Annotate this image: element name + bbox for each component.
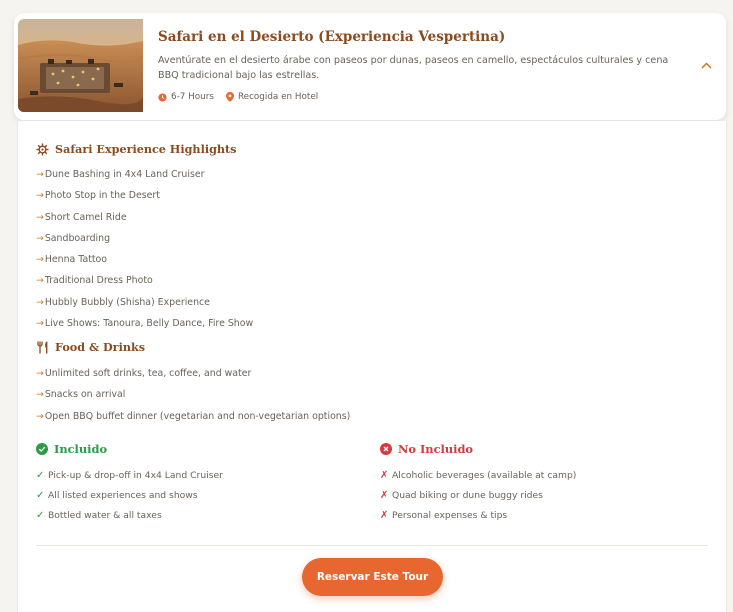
tour-header-card[interactable]: Safari en el Desierto (Experiencia Vespe…	[14, 13, 726, 120]
list-item: ✗ Quad biking or dune buggy rides	[380, 490, 543, 501]
x-circle-icon	[380, 443, 392, 455]
not-included-heading: No Incluido	[380, 442, 473, 456]
list-item: ✗ Alcoholic beverages (available at camp)	[380, 470, 577, 481]
highlights-list: →Dune Bashing in 4x4 Land Cruiser →Photo…	[36, 164, 253, 334]
location-pin-icon	[225, 92, 234, 102]
duration-text: 6-7 Hours	[171, 92, 214, 102]
list-item: →Traditional Dress Photo	[36, 275, 153, 287]
tour-details-panel: Safari Experience Highlights →Dune Bashi…	[17, 121, 727, 612]
list-item: →Unlimited soft drinks, tea, coffee, and…	[36, 368, 252, 379]
tour-thumbnail	[18, 19, 143, 112]
not-included-list: ✗ Alcoholic beverages (available at camp)…	[380, 466, 576, 526]
tour-meta: 6-7 Hours Recogida en Hotel	[158, 92, 330, 102]
pickup-text: Recogida en Hotel	[237, 92, 319, 102]
list-item: →Sandboarding	[36, 232, 111, 244]
list-item: ✓ All listed experiences and shows	[36, 490, 198, 501]
list-item: →Hubbly Bubbly (Shisha) Experience	[36, 296, 210, 308]
list-item: →Henna Tattoo	[36, 254, 108, 266]
duration-info: 6-7 Hours	[158, 92, 214, 102]
included-heading: Incluido	[36, 442, 107, 456]
food-heading: Food & Drinks	[36, 340, 145, 354]
clock-icon	[158, 92, 167, 102]
list-item: →Dune Bashing in 4x4 Land Cruiser	[36, 169, 205, 180]
ship-wheel-icon	[36, 142, 49, 156]
included-title: Incluido	[54, 442, 108, 456]
list-item: ✓ Pick-up & drop-off in 4x4 Land Cruiser	[36, 470, 223, 481]
check-circle-icon	[36, 443, 48, 455]
list-item: →Live Shows: Tanoura, Belly Dance, Fire …	[36, 318, 254, 330]
list-item: →Open BBQ buffet dinner (vegetarian and …	[36, 410, 351, 422]
not-included-title: No Incluido	[398, 442, 474, 456]
chevron-up-icon	[700, 61, 712, 69]
book-tour-button[interactable]: Reservar Este Tour	[302, 558, 443, 596]
tour-title: Safari en el Desierto (Experiencia Vespe…	[158, 29, 506, 45]
list-item: →Photo Stop in the Desert	[36, 190, 160, 202]
included-list: ✓ Pick-up & drop-off in 4x4 Land Cruiser …	[36, 466, 223, 526]
list-item: →Snacks on arrival	[36, 389, 126, 401]
collapse-button[interactable]	[698, 57, 714, 73]
highlights-heading: Safari Experience Highlights	[36, 142, 237, 156]
fork-knife-icon	[36, 341, 47, 353]
list-item: ✓ Bottled water & all taxes	[36, 510, 162, 521]
food-title: Food & Drinks	[55, 340, 145, 354]
highlights-title: Safari Experience Highlights	[55, 142, 237, 156]
list-item: →Short Camel Ride	[36, 211, 127, 223]
tour-description: Aventúrate en el desierto árabe con pase…	[158, 55, 669, 81]
list-item: ✗ Personal expenses & tips	[380, 510, 508, 521]
food-list: →Unlimited soft drinks, tea, coffee, and…	[36, 363, 350, 427]
pickup-info: Recogida en Hotel	[225, 92, 319, 102]
divider	[36, 545, 708, 546]
